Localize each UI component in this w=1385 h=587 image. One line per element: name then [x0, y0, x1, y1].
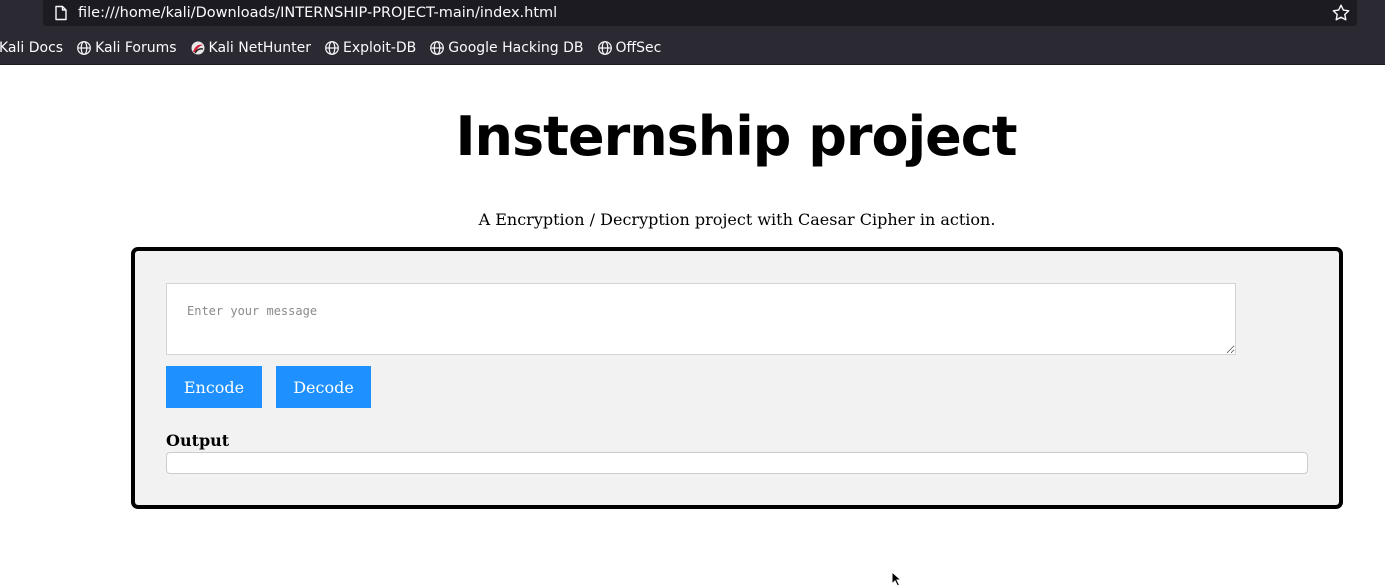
bookmark-kali-nethunter[interactable]: Kali NetHunter	[190, 36, 311, 60]
decode-button[interactable]: Decode	[276, 366, 371, 408]
cipher-container: Encode Decode Output	[131, 247, 1343, 509]
encode-button[interactable]: Encode	[166, 366, 262, 408]
bookmark-label: OffSec	[615, 40, 662, 56]
bookmark-star-icon[interactable]	[1331, 3, 1351, 23]
page-title: Insternship project	[455, 105, 1017, 168]
address-bar[interactable]: file:///home/kali/Downloads/INTERNSHIP-P…	[43, 0, 1357, 26]
bookmark-label: Google Hacking DB	[448, 40, 584, 56]
globe-icon	[597, 41, 612, 55]
bookmark-offsec[interactable]: OffSec	[597, 36, 662, 60]
globe-icon	[77, 41, 91, 55]
bookmark-google-hacking-db[interactable]: Google Hacking DB	[429, 36, 584, 60]
bookmark-kali-forums[interactable]: Kali Forums	[76, 36, 177, 60]
bookmark-label: Kali Forums	[95, 40, 177, 56]
page-subtitle: A Encryption / Decryption project with C…	[478, 210, 996, 229]
output-label: Output	[166, 431, 230, 450]
bookmark-exploit-db[interactable]: Exploit-DB	[324, 36, 416, 60]
bookmarks-bar: Kali Docs Kali Forums Kali NetHunter Exp…	[0, 36, 674, 60]
output-field[interactable]	[166, 452, 1308, 474]
bookmark-label: Kali NetHunter	[208, 40, 311, 56]
message-input[interactable]	[166, 283, 1236, 355]
url-text[interactable]: file:///home/kali/Downloads/INTERNSHIP-P…	[78, 3, 557, 23]
bookmark-kali-docs[interactable]: Kali Docs	[0, 36, 63, 60]
page-icon	[55, 5, 67, 21]
mouse-cursor-icon	[891, 571, 903, 587]
nethunter-icon	[191, 41, 205, 55]
bookmark-label: Exploit-DB	[342, 40, 417, 56]
browser-toolbar: file:///home/kali/Downloads/INTERNSHIP-P…	[0, 0, 1385, 65]
globe-icon	[325, 41, 339, 55]
globe-icon	[430, 41, 445, 55]
bookmark-label: Kali Docs	[0, 40, 64, 56]
